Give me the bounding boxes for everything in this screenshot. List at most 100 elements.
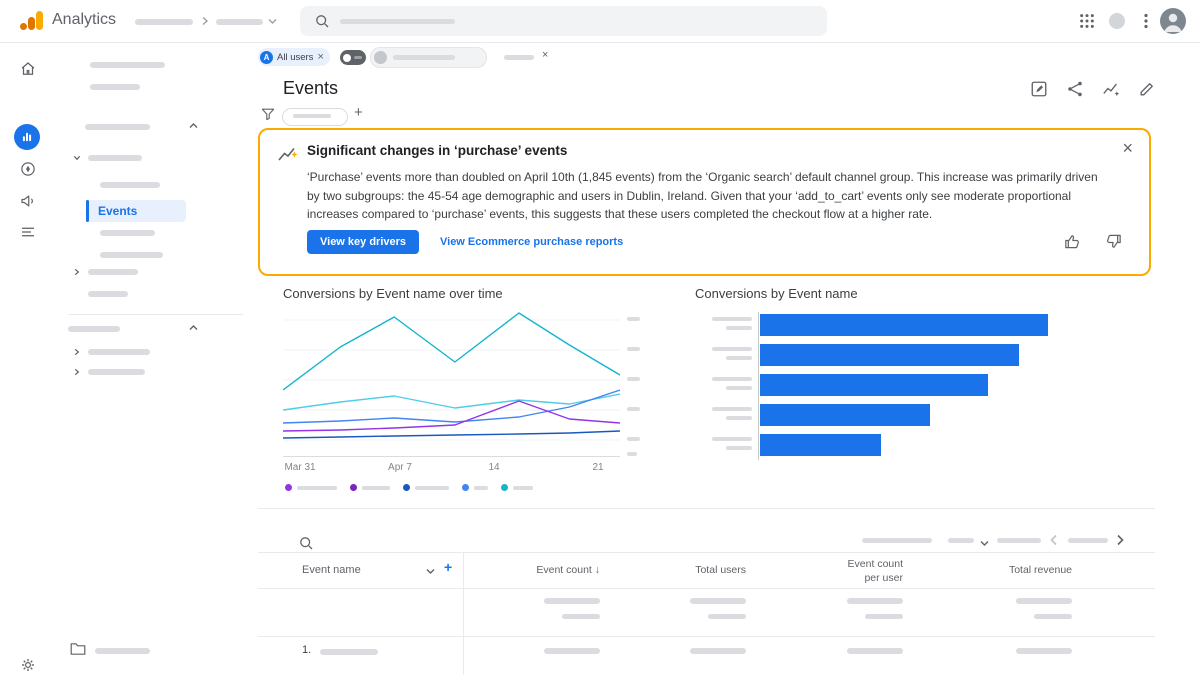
gear-icon[interactable] bbox=[19, 656, 37, 674]
feedback-buttons bbox=[1063, 232, 1123, 251]
legend-item[interactable] bbox=[403, 484, 449, 491]
redacted-nav-item[interactable] bbox=[90, 84, 140, 90]
chevron-up-icon[interactable] bbox=[189, 324, 198, 331]
all-users-chip[interactable]: A All users × bbox=[258, 48, 330, 66]
redacted-chip-label[interactable] bbox=[504, 55, 534, 60]
app-title: Analytics bbox=[52, 11, 116, 29]
google-analytics-logo[interactable] bbox=[20, 11, 44, 30]
column-header-total-users[interactable]: Total users bbox=[656, 564, 746, 578]
reports-navigation-panel: Events bbox=[55, 42, 257, 675]
chevron-right-icon bbox=[200, 16, 210, 26]
close-icon[interactable]: × bbox=[317, 52, 323, 63]
insights-icon[interactable] bbox=[1102, 80, 1120, 98]
redacted-rows-per-page-value[interactable] bbox=[948, 538, 974, 543]
edit-pencil-icon[interactable] bbox=[1138, 80, 1156, 98]
search-bar[interactable] bbox=[300, 6, 827, 36]
bar[interactable] bbox=[760, 344, 1019, 366]
redacted-property-name[interactable] bbox=[216, 19, 263, 25]
add-dimension-button[interactable]: + bbox=[444, 559, 452, 575]
table-search-icon[interactable] bbox=[298, 535, 314, 551]
x-tick-label: Apr 7 bbox=[388, 462, 412, 473]
view-key-drivers-button[interactable]: View key drivers bbox=[307, 230, 419, 254]
thumbs-down-icon[interactable] bbox=[1104, 232, 1123, 251]
redacted-nav-section[interactable] bbox=[85, 124, 150, 130]
sidebar-item-events[interactable]: Events bbox=[86, 200, 186, 222]
bar[interactable] bbox=[760, 404, 930, 426]
insight-spark-icon bbox=[277, 143, 299, 165]
redacted-category-label bbox=[695, 317, 752, 330]
chart-line-series-blue bbox=[283, 390, 620, 423]
redacted-nav-item[interactable] bbox=[88, 269, 138, 275]
redacted-nav-section[interactable] bbox=[68, 326, 120, 332]
chevron-down-icon[interactable] bbox=[426, 568, 435, 575]
close-icon[interactable]: × bbox=[542, 50, 548, 61]
redacted-category-label bbox=[695, 407, 752, 420]
redacted-text bbox=[293, 114, 331, 118]
filter-funnel-icon[interactable] bbox=[260, 106, 276, 122]
close-icon[interactable]: × bbox=[1122, 138, 1133, 159]
redacted-account-name[interactable] bbox=[135, 19, 193, 25]
main-content: A All users × × Events + Significant cha… bbox=[256, 42, 1200, 675]
redacted-library-label[interactable] bbox=[95, 648, 150, 654]
redacted-event-name[interactable] bbox=[320, 649, 378, 655]
chevron-left-icon[interactable] bbox=[1048, 534, 1060, 546]
chip-label: All users bbox=[277, 52, 313, 63]
redacted-nav-item[interactable] bbox=[88, 291, 128, 297]
chevron-up-icon[interactable] bbox=[189, 122, 198, 129]
folder-icon[interactable] bbox=[70, 642, 86, 656]
column-header-total-revenue[interactable]: Total revenue bbox=[982, 564, 1072, 578]
legend-dot bbox=[462, 484, 469, 491]
explore-icon[interactable] bbox=[19, 160, 37, 178]
comparison-toggle-pill[interactable] bbox=[340, 50, 366, 65]
redacted-y-tick bbox=[627, 452, 637, 456]
chevron-down-icon[interactable] bbox=[73, 154, 81, 162]
redacted-rows-per-page-label bbox=[862, 538, 932, 543]
redacted-search-placeholder bbox=[340, 19, 455, 24]
bar[interactable] bbox=[760, 374, 988, 396]
legend-item[interactable] bbox=[501, 484, 533, 491]
column-header-event-count[interactable]: Event count ↓ bbox=[510, 564, 600, 578]
redacted-cell-value bbox=[690, 648, 746, 654]
line-chart-svg bbox=[283, 310, 620, 458]
column-header-event-count-per-user[interactable]: Event count per user bbox=[833, 558, 903, 585]
report-actions bbox=[1030, 80, 1156, 98]
redacted-filter-chip[interactable] bbox=[282, 108, 348, 126]
redacted-nav-item[interactable] bbox=[88, 349, 150, 355]
customize-report-icon[interactable] bbox=[1030, 80, 1048, 98]
bar[interactable] bbox=[760, 314, 1048, 336]
redacted-page-number[interactable] bbox=[1068, 538, 1108, 543]
kebab-menu-icon[interactable] bbox=[1143, 13, 1149, 29]
apps-grid-icon[interactable] bbox=[1079, 13, 1095, 29]
status-circle[interactable] bbox=[1109, 13, 1125, 29]
chevron-right-icon[interactable] bbox=[73, 368, 81, 376]
redacted-nav-item[interactable] bbox=[100, 182, 160, 188]
advertising-icon[interactable] bbox=[19, 192, 37, 210]
chevron-right-icon[interactable] bbox=[73, 348, 81, 356]
reports-icon-selected[interactable] bbox=[14, 124, 40, 150]
chevron-right-icon[interactable] bbox=[1114, 534, 1126, 546]
redacted-y-tick bbox=[627, 377, 640, 381]
share-icon[interactable] bbox=[1066, 80, 1084, 98]
chevron-down-icon[interactable] bbox=[980, 540, 989, 547]
redacted-nav-item[interactable] bbox=[90, 62, 165, 68]
ecommerce-reports-link[interactable]: View Ecommerce purchase reports bbox=[440, 236, 623, 248]
legend-item[interactable] bbox=[350, 484, 390, 491]
configure-icon[interactable] bbox=[19, 223, 37, 241]
legend-item[interactable] bbox=[285, 484, 337, 491]
redacted-nav-item[interactable] bbox=[88, 369, 145, 375]
chevron-right-icon[interactable] bbox=[73, 268, 81, 276]
redacted-comparison-chip[interactable] bbox=[370, 47, 487, 68]
chevron-down-icon[interactable] bbox=[268, 18, 277, 25]
home-icon[interactable] bbox=[19, 60, 37, 78]
avatar[interactable] bbox=[1160, 8, 1186, 34]
column-header-event-name[interactable]: Event name bbox=[302, 564, 361, 576]
add-filter-button[interactable]: + bbox=[354, 104, 363, 121]
thumbs-up-icon[interactable] bbox=[1063, 232, 1082, 251]
line-chart-card: Conversions by Event name over time Mar … bbox=[283, 286, 663, 502]
legend-item[interactable] bbox=[462, 484, 488, 491]
redacted-nav-item[interactable] bbox=[88, 155, 142, 161]
bar[interactable] bbox=[760, 434, 881, 456]
redacted-nav-item[interactable] bbox=[100, 230, 155, 236]
redacted-y-tick bbox=[627, 347, 640, 351]
redacted-nav-item[interactable] bbox=[100, 252, 163, 258]
